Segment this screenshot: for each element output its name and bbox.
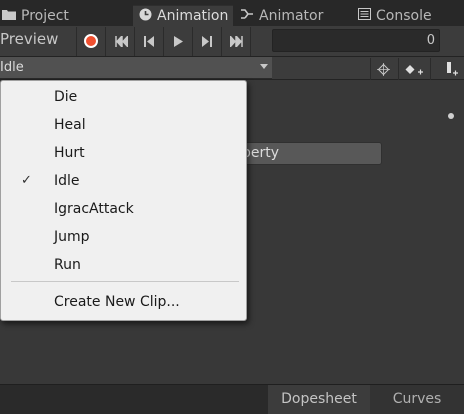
next-keyframe-button[interactable] — [195, 28, 219, 54]
first-keyframe-button[interactable] — [108, 28, 134, 54]
menu-item-igracattack[interactable]: IgracAttack — [2, 195, 246, 223]
menu-item-label: IgracAttack — [54, 201, 134, 217]
menu-item-label: Run — [54, 257, 81, 273]
toolbar-divider — [370, 58, 371, 80]
tab-label: Project — [21, 7, 69, 24]
clip-dropdown-menu: Die Heal Hurt ✓ Idle IgracAttack Jump Ru… — [0, 80, 247, 321]
tab-animator[interactable]: Animator — [240, 5, 336, 26]
toolbar-divider — [221, 27, 222, 56]
prev-keyframe-icon — [144, 35, 154, 47]
tab-curves[interactable]: Curves — [370, 385, 464, 414]
first-keyframe-icon — [114, 35, 128, 47]
menu-item-idle[interactable]: ✓ Idle — [2, 167, 246, 195]
console-icon — [358, 7, 371, 24]
menu-item-jump[interactable]: Jump — [2, 223, 246, 251]
tab-label: Console — [376, 7, 432, 24]
folder-icon — [2, 8, 16, 24]
play-icon — [173, 35, 183, 47]
prev-keyframe-button[interactable] — [137, 28, 161, 54]
menu-item-label: Heal — [54, 117, 86, 133]
tab-dopesheet[interactable]: Dopesheet — [268, 385, 370, 414]
animation-clock-icon — [139, 8, 152, 25]
menu-item-hurt[interactable]: Hurt — [2, 139, 246, 167]
checkmark-icon: ✓ — [21, 173, 32, 188]
toolbar-divider — [430, 58, 431, 80]
tab-console[interactable]: Console — [358, 5, 454, 26]
menu-item-label: Create New Clip... — [54, 294, 180, 310]
menu-item-run[interactable]: Run — [2, 251, 246, 279]
current-frame-field[interactable]: 0 — [272, 29, 440, 52]
options-dot-icon[interactable] — [448, 113, 454, 119]
tab-label: Animation — [157, 8, 229, 24]
toolbar-divider — [105, 27, 106, 56]
menu-item-create-new-clip[interactable]: Create New Clip... — [2, 288, 246, 316]
toolbar-divider — [250, 27, 251, 56]
menu-item-label: Hurt — [54, 145, 85, 161]
animator-icon — [240, 8, 254, 24]
tab-label: Animator — [259, 7, 324, 24]
toolbar-divider — [398, 58, 399, 80]
toolbar-divider — [163, 27, 164, 56]
record-icon — [84, 34, 98, 48]
next-keyframe-icon — [202, 35, 212, 47]
add-event-button[interactable] — [440, 58, 462, 80]
add-event-icon — [447, 62, 458, 76]
menu-item-die[interactable]: Die — [2, 83, 246, 111]
toolbar-divider — [76, 27, 77, 56]
add-property-button[interactable]: perty — [237, 142, 382, 165]
toolbar-divider — [192, 27, 193, 56]
record-button[interactable] — [78, 28, 104, 54]
add-keyframe-icon — [405, 64, 423, 74]
add-keyframe-button[interactable] — [401, 58, 427, 80]
last-keyframe-icon — [229, 35, 243, 47]
tab-animation[interactable]: Animation — [133, 5, 233, 26]
tab-project[interactable]: Project — [2, 5, 94, 26]
keyframe-crosshair-icon — [376, 62, 390, 76]
preview-button[interactable]: Preview — [0, 30, 58, 48]
toolbar-divider — [134, 27, 135, 56]
menu-item-heal[interactable]: Heal — [2, 111, 246, 139]
menu-item-label: Idle — [54, 173, 80, 189]
add-keyframe-mode-button[interactable] — [372, 58, 394, 80]
menu-divider — [11, 281, 239, 282]
menu-item-label: Die — [54, 89, 78, 105]
clip-selector[interactable]: Idle — [0, 57, 272, 79]
menu-item-label: Jump — [54, 229, 90, 245]
chevron-down-icon — [260, 64, 268, 69]
play-button[interactable] — [166, 28, 190, 54]
last-keyframe-button[interactable] — [224, 28, 248, 54]
